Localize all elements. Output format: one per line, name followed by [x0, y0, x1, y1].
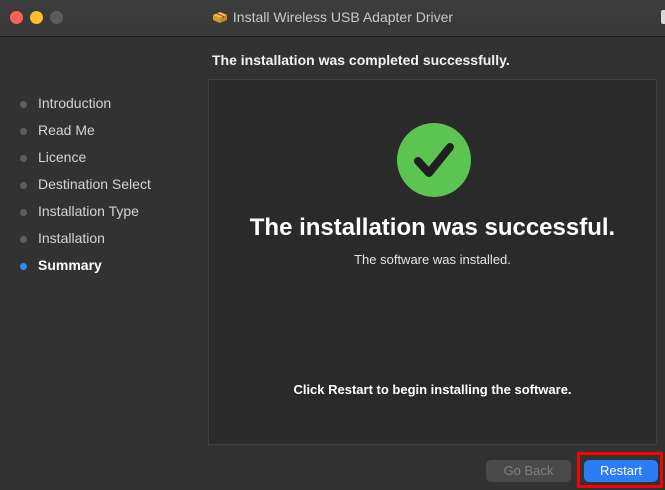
sidebar-item-label: Read Me	[38, 122, 95, 138]
success-heading: The installation was successful.	[249, 214, 616, 241]
content-panel: The installation was successful. The sof…	[208, 79, 657, 445]
checkmark-circle-icon	[397, 123, 471, 197]
sidebar-item-label: Introduction	[38, 95, 112, 111]
step-dot-icon	[20, 101, 27, 108]
title-bar[interactable]: Install Wireless USB Adapter Driver	[0, 0, 665, 37]
step-dot-icon	[20, 128, 27, 135]
sidebar-item-destination-select: Destination Select	[0, 171, 205, 198]
window-title: Install Wireless USB Adapter Driver	[0, 9, 665, 25]
sidebar-item-read-me: Read Me	[0, 117, 205, 144]
sidebar-item-installation-type: Installation Type	[0, 198, 205, 225]
restart-hint: Click Restart to begin installing the so…	[293, 382, 572, 397]
package-icon	[212, 12, 227, 23]
installer-steps-sidebar: Introduction Read Me Licence Destination…	[0, 90, 205, 279]
window-title-text: Install Wireless USB Adapter Driver	[232, 9, 454, 25]
installer-window: Install Wireless USB Adapter Driver The …	[0, 0, 665, 490]
restart-highlight-box	[577, 452, 663, 488]
sidebar-item-label: Summary	[38, 257, 102, 273]
step-dot-active-icon	[20, 263, 27, 270]
sidebar-item-label: Installation Type	[38, 203, 139, 219]
step-dot-icon	[20, 236, 27, 243]
sidebar-item-label: Destination Select	[38, 176, 151, 192]
go-back-button: Go Back	[486, 460, 571, 482]
step-dot-icon	[20, 209, 27, 216]
sidebar-item-label: Installation	[38, 230, 105, 246]
success-subtitle: The software was installed.	[354, 252, 511, 267]
sidebar-item-label: Licence	[38, 149, 87, 165]
sidebar-item-installation: Installation	[0, 225, 205, 252]
sidebar-item-licence: Licence	[0, 144, 205, 171]
sidebar-item-introduction: Introduction	[0, 90, 205, 117]
step-dot-icon	[20, 155, 27, 162]
page-header: The installation was completed successfu…	[212, 52, 510, 68]
sidebar-item-summary: Summary	[0, 252, 205, 279]
step-dot-icon	[20, 182, 27, 189]
lock-icon	[661, 10, 665, 24]
